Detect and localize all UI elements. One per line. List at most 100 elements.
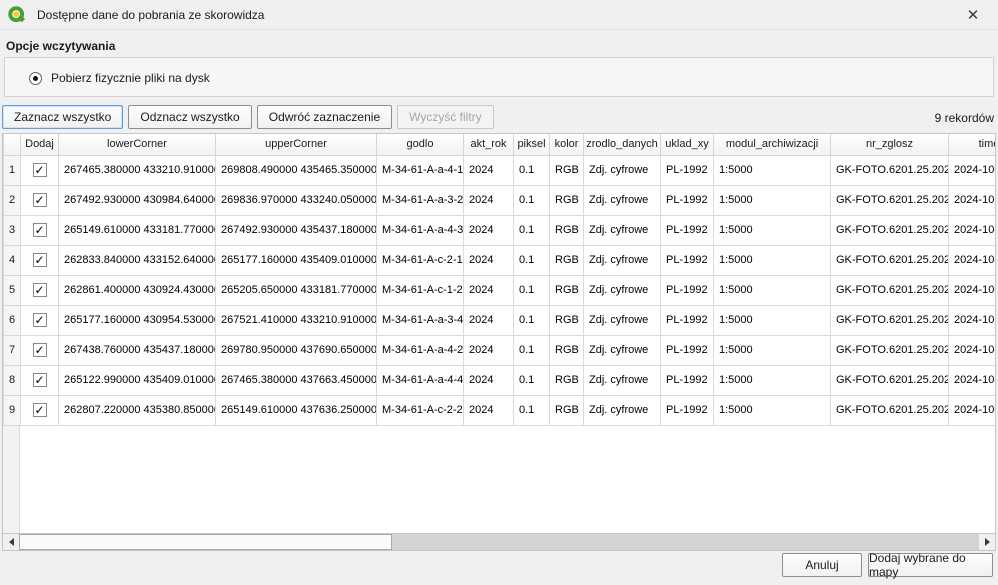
cell-lowerCorner[interactable]: 267438.760000 435437.180000 bbox=[59, 335, 216, 365]
cell-upperCorner[interactable]: 269836.970000 433240.050000 bbox=[216, 185, 377, 215]
row-checkbox[interactable]: ✓ bbox=[33, 223, 47, 237]
cell-lowerCorner[interactable]: 262861.400000 430924.430000 bbox=[59, 275, 216, 305]
cell-zrodlo_danych[interactable]: Zdj. cyfrowe bbox=[584, 215, 661, 245]
cell-zrodlo_danych[interactable]: Zdj. cyfrowe bbox=[584, 365, 661, 395]
checkbox-cell[interactable]: ✓ bbox=[21, 155, 59, 185]
cell-kolor[interactable]: RGB bbox=[550, 365, 584, 395]
cell-upperCorner[interactable]: 267465.380000 437663.450000 bbox=[216, 365, 377, 395]
cell-uklad_xy[interactable]: PL-1992 bbox=[661, 365, 714, 395]
invert-selection-button[interactable]: Odwróć zaznaczenie bbox=[257, 105, 392, 129]
column-header-upperCorner[interactable]: upperCorner bbox=[216, 134, 377, 155]
row-number[interactable]: 3 bbox=[4, 215, 21, 245]
column-header-akt_rok[interactable]: akt_rok bbox=[464, 134, 514, 155]
cell-nr_zglosz[interactable]: GK-FOTO.6201.25.2024 bbox=[831, 365, 949, 395]
cell-godlo[interactable]: M-34-61-A-a-4-3 bbox=[377, 215, 464, 245]
cell-kolor[interactable]: RGB bbox=[550, 275, 584, 305]
cell-upperCorner[interactable]: 265177.160000 435409.010000 bbox=[216, 245, 377, 275]
cell-lowerCorner[interactable]: 265177.160000 430954.530000 bbox=[59, 305, 216, 335]
checkbox-cell[interactable]: ✓ bbox=[21, 275, 59, 305]
scroll-right-icon[interactable] bbox=[979, 534, 995, 550]
cell-timePos[interactable]: 2024-10- bbox=[949, 305, 997, 335]
cell-modul_archiwizacji[interactable]: 1:5000 bbox=[714, 215, 831, 245]
cell-modul_archiwizacji[interactable]: 1:5000 bbox=[714, 305, 831, 335]
close-icon[interactable]: ✕ bbox=[960, 4, 986, 26]
checkbox-cell[interactable]: ✓ bbox=[21, 215, 59, 245]
cell-uklad_xy[interactable]: PL-1992 bbox=[661, 185, 714, 215]
row-number[interactable]: 8 bbox=[4, 365, 21, 395]
cell-nr_zglosz[interactable]: GK-FOTO.6201.25.2024 bbox=[831, 215, 949, 245]
cell-piksel[interactable]: 0.1 bbox=[514, 215, 550, 245]
cell-piksel[interactable]: 0.1 bbox=[514, 395, 550, 425]
cell-nr_zglosz[interactable]: GK-FOTO.6201.25.2024 bbox=[831, 305, 949, 335]
row-number[interactable]: 2 bbox=[4, 185, 21, 215]
cell-zrodlo_danych[interactable]: Zdj. cyfrowe bbox=[584, 305, 661, 335]
cell-zrodlo_danych[interactable]: Zdj. cyfrowe bbox=[584, 395, 661, 425]
column-header-uklad_xy[interactable]: uklad_xy bbox=[661, 134, 714, 155]
cell-modul_archiwizacji[interactable]: 1:5000 bbox=[714, 395, 831, 425]
cell-godlo[interactable]: M-34-61-A-a-4-2 bbox=[377, 335, 464, 365]
row-checkbox[interactable]: ✓ bbox=[33, 283, 47, 297]
checkbox-cell[interactable]: ✓ bbox=[21, 245, 59, 275]
cell-upperCorner[interactable]: 265149.610000 437636.250000 bbox=[216, 395, 377, 425]
cell-nr_zglosz[interactable]: GK-FOTO.6201.25.2024 bbox=[831, 395, 949, 425]
cell-upperCorner[interactable]: 269780.950000 437690.650000 bbox=[216, 335, 377, 365]
cell-piksel[interactable]: 0.1 bbox=[514, 335, 550, 365]
cell-lowerCorner[interactable]: 265149.610000 433181.770000 bbox=[59, 215, 216, 245]
cell-godlo[interactable]: M-34-61-A-c-2-2 bbox=[377, 395, 464, 425]
row-number[interactable]: 1 bbox=[4, 155, 21, 185]
cell-lowerCorner[interactable]: 265122.990000 435409.010000 bbox=[59, 365, 216, 395]
cell-kolor[interactable]: RGB bbox=[550, 215, 584, 245]
download-files-radio[interactable]: Pobierz fizycznie pliki na dysk bbox=[29, 71, 210, 85]
checkbox-cell[interactable]: ✓ bbox=[21, 395, 59, 425]
cell-nr_zglosz[interactable]: GK-FOTO.6201.25.2024 bbox=[831, 155, 949, 185]
cell-modul_archiwizacji[interactable]: 1:5000 bbox=[714, 275, 831, 305]
checkbox-cell[interactable]: ✓ bbox=[21, 305, 59, 335]
cell-timePos[interactable]: 2024-10- bbox=[949, 395, 997, 425]
cell-kolor[interactable]: RGB bbox=[550, 155, 584, 185]
column-header-kolor[interactable]: kolor bbox=[550, 134, 584, 155]
cell-timePos[interactable]: 2024-10- bbox=[949, 275, 997, 305]
cell-kolor[interactable]: RGB bbox=[550, 395, 584, 425]
column-header-timePos[interactable]: timePos bbox=[949, 134, 997, 155]
cell-modul_archiwizacji[interactable]: 1:5000 bbox=[714, 335, 831, 365]
cell-zrodlo_danych[interactable]: Zdj. cyfrowe bbox=[584, 275, 661, 305]
cell-upperCorner[interactable]: 269808.490000 435465.350000 bbox=[216, 155, 377, 185]
column-header-godlo[interactable]: godlo bbox=[377, 134, 464, 155]
cell-akt_rok[interactable]: 2024 bbox=[464, 185, 514, 215]
cancel-button[interactable]: Anuluj bbox=[782, 553, 862, 577]
row-number[interactable]: 4 bbox=[4, 245, 21, 275]
cell-akt_rok[interactable]: 2024 bbox=[464, 365, 514, 395]
row-checkbox[interactable]: ✓ bbox=[33, 253, 47, 267]
cell-godlo[interactable]: M-34-61-A-a-4-1 bbox=[377, 155, 464, 185]
cell-uklad_xy[interactable]: PL-1992 bbox=[661, 395, 714, 425]
row-number[interactable]: 5 bbox=[4, 275, 21, 305]
column-header-modul_archiwizacji[interactable]: modul_archiwizacji bbox=[714, 134, 831, 155]
cell-kolor[interactable]: RGB bbox=[550, 305, 584, 335]
select-all-button[interactable]: Zaznacz wszystko bbox=[2, 105, 123, 129]
checkbox-cell[interactable]: ✓ bbox=[21, 185, 59, 215]
cell-modul_archiwizacji[interactable]: 1:5000 bbox=[714, 365, 831, 395]
cell-timePos[interactable]: 2024-10- bbox=[949, 155, 997, 185]
row-checkbox[interactable]: ✓ bbox=[33, 343, 47, 357]
cell-timePos[interactable]: 2024-10- bbox=[949, 215, 997, 245]
cell-akt_rok[interactable]: 2024 bbox=[464, 335, 514, 365]
cell-lowerCorner[interactable]: 262807.220000 435380.850000 bbox=[59, 395, 216, 425]
row-checkbox[interactable]: ✓ bbox=[33, 373, 47, 387]
cell-zrodlo_danych[interactable]: Zdj. cyfrowe bbox=[584, 245, 661, 275]
cell-modul_archiwizacji[interactable]: 1:5000 bbox=[714, 155, 831, 185]
row-checkbox[interactable]: ✓ bbox=[33, 193, 47, 207]
cell-nr_zglosz[interactable]: GK-FOTO.6201.25.2024 bbox=[831, 275, 949, 305]
cell-uklad_xy[interactable]: PL-1992 bbox=[661, 245, 714, 275]
cell-akt_rok[interactable]: 2024 bbox=[464, 305, 514, 335]
scroll-left-icon[interactable] bbox=[3, 534, 19, 550]
cell-godlo[interactable]: M-34-61-A-c-1-2 bbox=[377, 275, 464, 305]
cell-timePos[interactable]: 2024-10- bbox=[949, 245, 997, 275]
cell-piksel[interactable]: 0.1 bbox=[514, 305, 550, 335]
cell-modul_archiwizacji[interactable]: 1:5000 bbox=[714, 245, 831, 275]
column-header-zrodlo_danych[interactable]: zrodlo_danych bbox=[584, 134, 661, 155]
column-header-dodaj[interactable]: Dodaj bbox=[21, 134, 59, 155]
column-header-num[interactable] bbox=[4, 134, 21, 155]
cell-akt_rok[interactable]: 2024 bbox=[464, 245, 514, 275]
cell-lowerCorner[interactable]: 267465.380000 433210.910000 bbox=[59, 155, 216, 185]
column-header-nr_zglosz[interactable]: nr_zglosz bbox=[831, 134, 949, 155]
